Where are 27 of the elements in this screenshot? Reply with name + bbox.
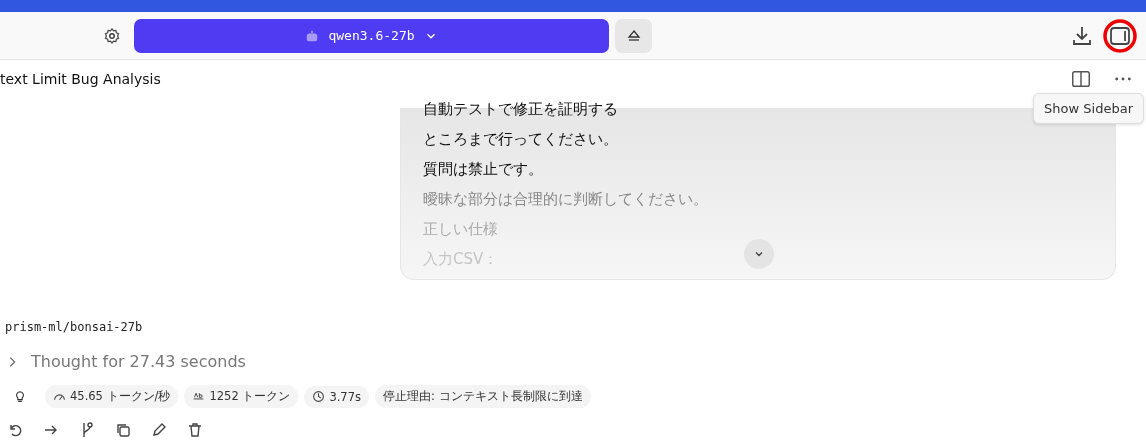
- model-selector-button[interactable]: qwen3.6-27b: [134, 18, 609, 53]
- stat-text: 45.65 トークン/秒: [70, 389, 171, 404]
- tooltip: Show Sidebar: [1033, 93, 1144, 124]
- clock-icon: [312, 390, 326, 403]
- stat-text: 停止理由: コンテキスト長制限に到達: [383, 389, 583, 404]
- message-line: 質問は禁止です。: [423, 159, 543, 180]
- thought-toggle[interactable]: Thought for 27.43 seconds: [5, 352, 246, 371]
- message-line: 自動テストで修正を証明する: [423, 99, 618, 120]
- message-line: ところまで行ってください。: [423, 129, 618, 150]
- more-options-icon[interactable]: [1114, 76, 1132, 82]
- delete-icon[interactable]: [187, 422, 203, 438]
- edit-icon[interactable]: [151, 422, 167, 438]
- undo-icon[interactable]: [7, 422, 23, 438]
- robot-icon: [305, 28, 320, 43]
- message-line: 正しい仕様: [423, 219, 498, 240]
- settings-icon[interactable]: [103, 26, 121, 45]
- lightbulb-icon: [13, 389, 27, 404]
- message-line: 曖昧な部分は合理的に判断してください。: [423, 189, 708, 210]
- sidebar-toggle-icon[interactable]: [1102, 17, 1138, 54]
- model-name: prism-ml/bonsai-27b: [5, 320, 144, 334]
- chat-title: text Limit Bug Analysis: [0, 71, 161, 87]
- split-view-icon[interactable]: [1070, 68, 1092, 90]
- stat-text: 3.77s: [329, 389, 361, 404]
- copy-icon[interactable]: [115, 422, 131, 438]
- eject-button[interactable]: [615, 18, 652, 53]
- stat-text: 1252 トークン: [209, 389, 291, 404]
- text-icon: [192, 390, 206, 403]
